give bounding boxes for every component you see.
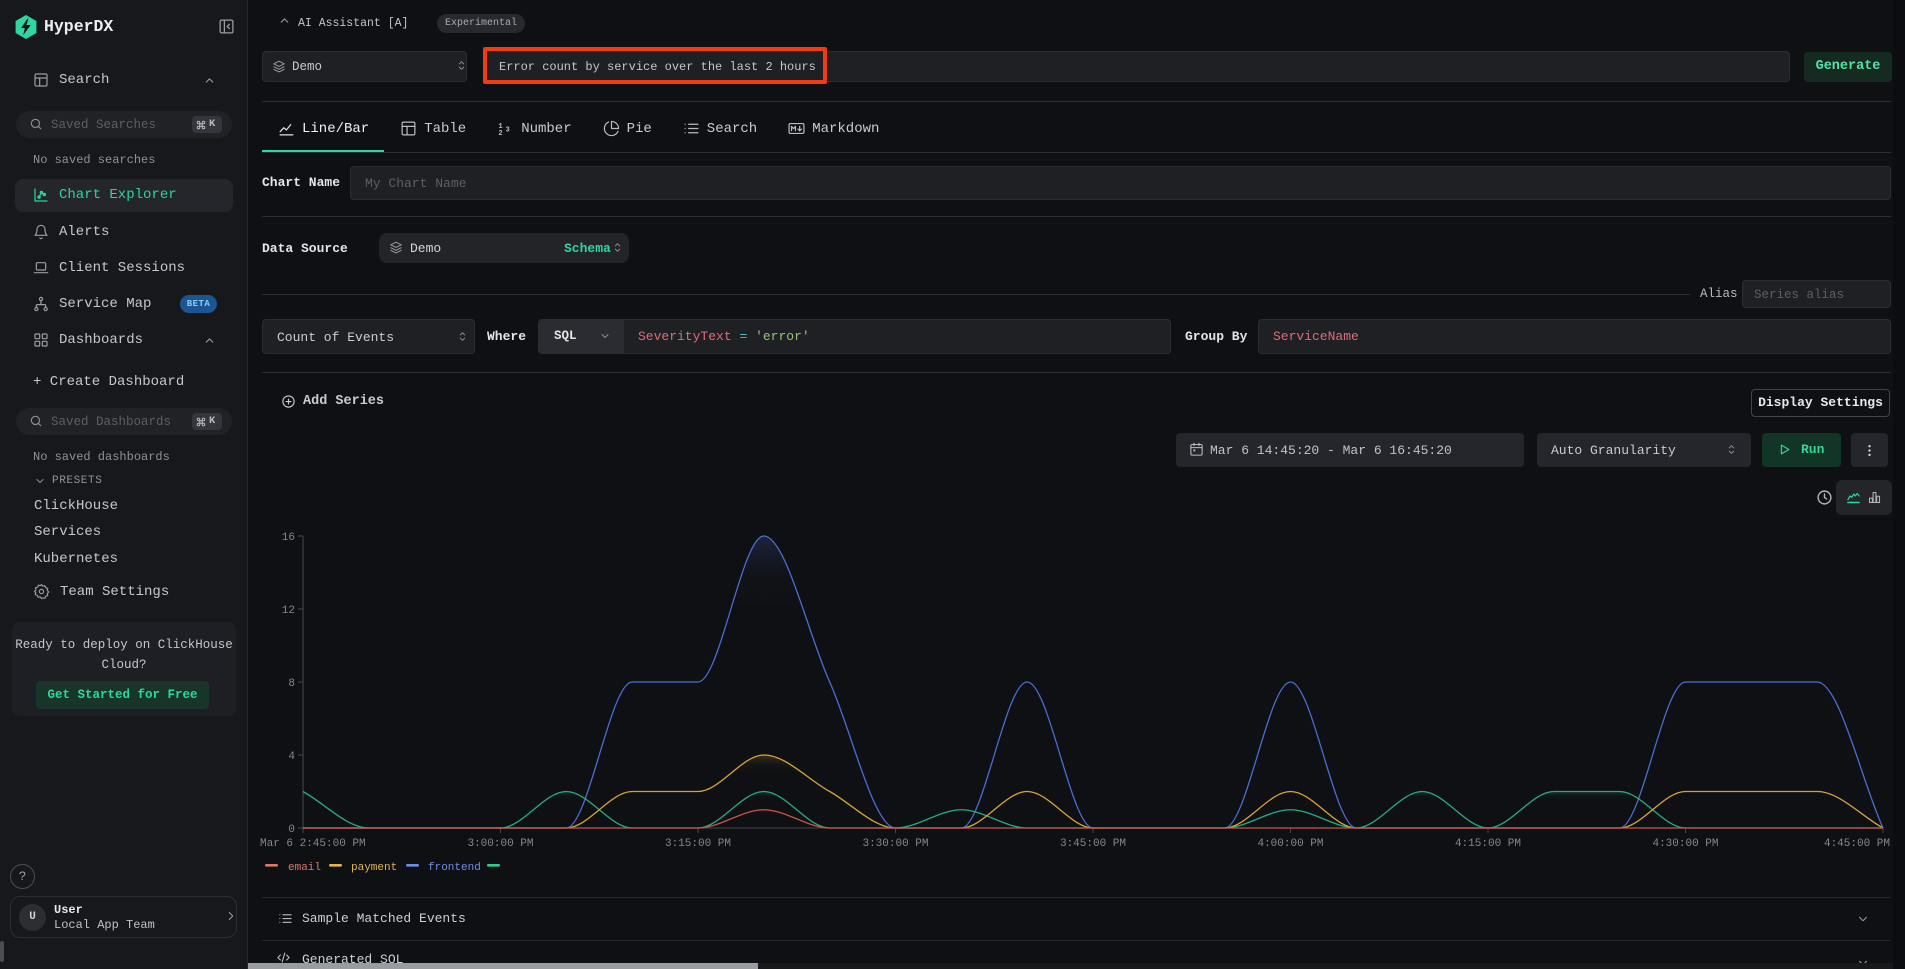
svg-text:3:30:00 PM: 3:30:00 PM — [862, 838, 928, 850]
svg-text:4:30:00 PM: 4:30:00 PM — [1652, 838, 1718, 850]
svg-text:4:45:00 PM: 4:45:00 PM — [1824, 838, 1890, 850]
svg-text:8: 8 — [288, 678, 295, 690]
svg-text:payment: payment — [351, 862, 397, 874]
svg-text:0: 0 — [288, 824, 295, 836]
svg-text:3:15:00 PM: 3:15:00 PM — [665, 838, 731, 850]
svg-text:16: 16 — [282, 532, 295, 544]
svg-text:3:45:00 PM: 3:45:00 PM — [1060, 838, 1126, 850]
svg-text:frontend: frontend — [428, 862, 481, 874]
svg-text:2: 2 — [499, 130, 503, 137]
svg-text:3:00:00 PM: 3:00:00 PM — [467, 838, 533, 850]
svg-text:4: 4 — [288, 751, 295, 763]
svg-text:3: 3 — [506, 126, 510, 134]
svg-text:4:00:00 PM: 4:00:00 PM — [1257, 838, 1323, 850]
svg-text:4:15:00 PM: 4:15:00 PM — [1455, 838, 1521, 850]
svg-text:Mar 6 2:45:00 PM: Mar 6 2:45:00 PM — [260, 838, 366, 850]
svg-text:12: 12 — [282, 605, 295, 617]
svg-text:email: email — [288, 862, 321, 874]
